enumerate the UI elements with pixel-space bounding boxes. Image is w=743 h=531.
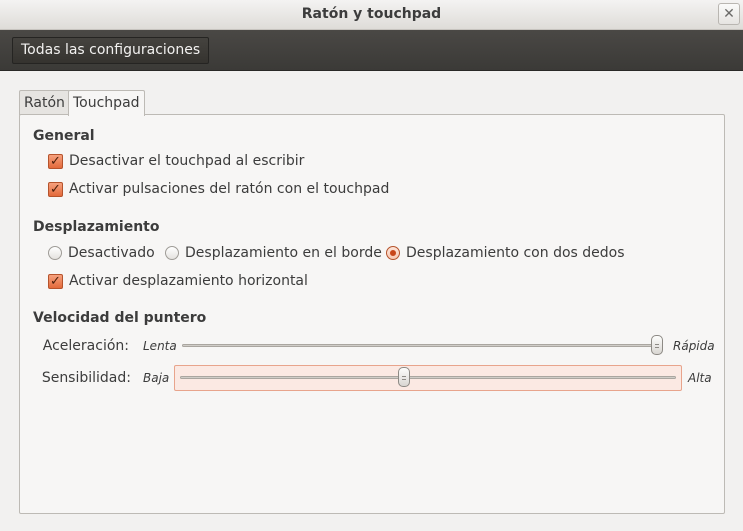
section-pointer-speed-heading: Velocidad del puntero — [33, 310, 207, 326]
window-title: Ratón y touchpad — [301, 6, 442, 22]
scroll-edge-radio[interactable]: Desplazamiento en el borde — [165, 243, 382, 263]
sensitivity-thumb[interactable] — [397, 367, 410, 387]
all-settings-button[interactable]: Todas las configuraciones — [12, 37, 210, 64]
radio-selected-icon[interactable] — [386, 246, 400, 260]
sensitivity-min-label: Baja — [143, 371, 170, 385]
scroll-disabled-label: Desactivado — [68, 245, 155, 261]
scroll-edge-label: Desplazamiento en el borde — [185, 245, 382, 261]
acceleration-track[interactable] — [182, 344, 662, 347]
tap-to-click-label: Activar pulsaciones del ratón con el tou… — [69, 181, 390, 197]
sensitivity-slider[interactable] — [174, 365, 682, 391]
checkmark-icon[interactable]: ✓ — [48, 273, 63, 289]
sensitivity-max-label: Alta — [688, 371, 712, 385]
checkmark-icon[interactable]: ✓ — [48, 153, 63, 169]
checkmark-icon[interactable]: ✓ — [48, 181, 63, 197]
close-icon: ✕ — [723, 6, 735, 22]
section-general-heading: General — [33, 128, 95, 144]
tap-to-click-option[interactable]: ✓ Activar pulsaciones del ratón con el t… — [48, 179, 389, 199]
disable-while-typing-label: Desactivar el touchpad al escribir — [69, 153, 305, 169]
section-scrolling-heading: Desplazamiento — [33, 219, 160, 235]
scroll-disabled-radio[interactable]: Desactivado — [48, 243, 155, 263]
title-bar: Ratón y touchpad ✕ — [0, 0, 743, 30]
scroll-two-finger-radio[interactable]: Desplazamiento con dos dedos — [386, 243, 625, 263]
disable-while-typing-option[interactable]: ✓ Desactivar el touchpad al escribir — [48, 151, 304, 171]
acceleration-min-label: Lenta — [143, 339, 177, 353]
acceleration-label: Aceleración: — [42, 338, 129, 354]
scroll-two-finger-label: Desplazamiento con dos dedos — [406, 245, 625, 261]
horizontal-scroll-option[interactable]: ✓ Activar desplazamiento horizontal — [48, 271, 308, 291]
acceleration-max-label: Rápida — [673, 339, 715, 353]
sensitivity-track[interactable] — [180, 376, 676, 379]
radio-icon[interactable] — [48, 246, 62, 260]
acceleration-slider[interactable] — [177, 334, 667, 358]
tab-touchpad[interactable]: Touchpad — [68, 90, 145, 116]
sensitivity-label: Sensibilidad: — [41, 370, 131, 386]
toolbar: Todas las configuraciones — [0, 30, 743, 71]
tab-mouse[interactable]: Ratón — [19, 90, 70, 115]
close-button[interactable]: ✕ — [718, 3, 740, 25]
acceleration-thumb[interactable] — [651, 335, 663, 355]
radio-icon[interactable] — [165, 246, 179, 260]
horizontal-scroll-label: Activar desplazamiento horizontal — [69, 273, 308, 289]
